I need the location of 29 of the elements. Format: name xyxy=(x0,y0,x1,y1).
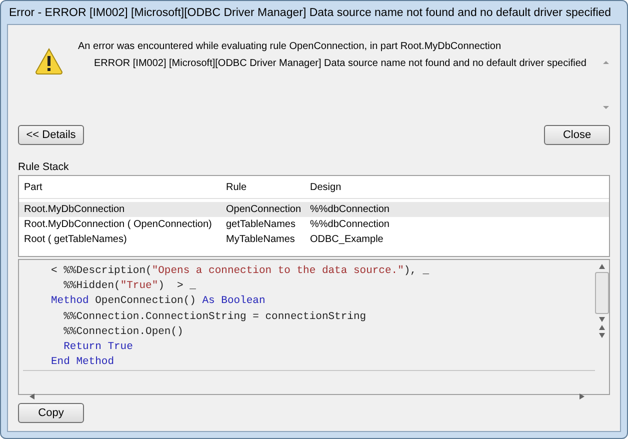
code-line: %%Connection.Open() xyxy=(62,324,184,340)
table-cell: Root.MyDbConnection ( OpenConnection) xyxy=(24,218,212,231)
code-line: < %%Description("Opens a connection to the data source."), _ xyxy=(51,264,430,279)
table-cell: ODBC_Example xyxy=(310,233,384,246)
table-cell: OpenConnection xyxy=(226,203,302,216)
error-detail: ERROR [IM002] [Microsoft][ODBC Driver Manager] Data source name not found and no default driver specified xyxy=(93,58,586,69)
table-row[interactable]: Root ( getTableNames) MyTableNames ODBC_Example xyxy=(19,232,609,247)
table-row[interactable]: Root.MyDbConnection OpenConnection %%dbConnection xyxy=(19,202,609,217)
table-cell: MyTableNames xyxy=(226,233,295,246)
code-line: End Method xyxy=(51,355,116,370)
code-line: Return True xyxy=(62,340,134,356)
window-title: Error - ERROR [IM002] [Microsoft][ODBC Driver Manager] Data source name not found and no default driver specified xyxy=(8,6,612,20)
column-header: Rule xyxy=(226,180,247,194)
close-button[interactable]: Close xyxy=(544,125,610,145)
column-header: Part xyxy=(24,180,42,194)
code-line: Method OpenConnection() As Boolean xyxy=(51,294,266,310)
group-title: Rule Stack xyxy=(18,161,70,173)
table-row[interactable]: Root.MyDbConnection ( OpenConnection) getTableNames %%dbConnection xyxy=(19,217,609,232)
column-header: Design xyxy=(310,180,342,194)
table-cell: Root.MyDbConnection xyxy=(24,203,125,216)
error-summary: An error was encountered while evaluating rule OpenConnection, in part Root.MyDbConnection xyxy=(78,41,502,52)
code-line: %%Hidden("True") > _ xyxy=(62,279,197,294)
code-line: %%Connection.ConnectionString = connectionString xyxy=(62,310,368,325)
table-cell: getTableNames xyxy=(226,218,296,231)
table-cell: %%dbConnection xyxy=(310,203,390,216)
table-cell: Root ( getTableNames) xyxy=(24,233,127,246)
copy-button[interactable]: Copy xyxy=(18,403,84,423)
details-button[interactable]: << Details xyxy=(18,125,84,145)
table-cell: %%dbConnection xyxy=(310,218,390,231)
